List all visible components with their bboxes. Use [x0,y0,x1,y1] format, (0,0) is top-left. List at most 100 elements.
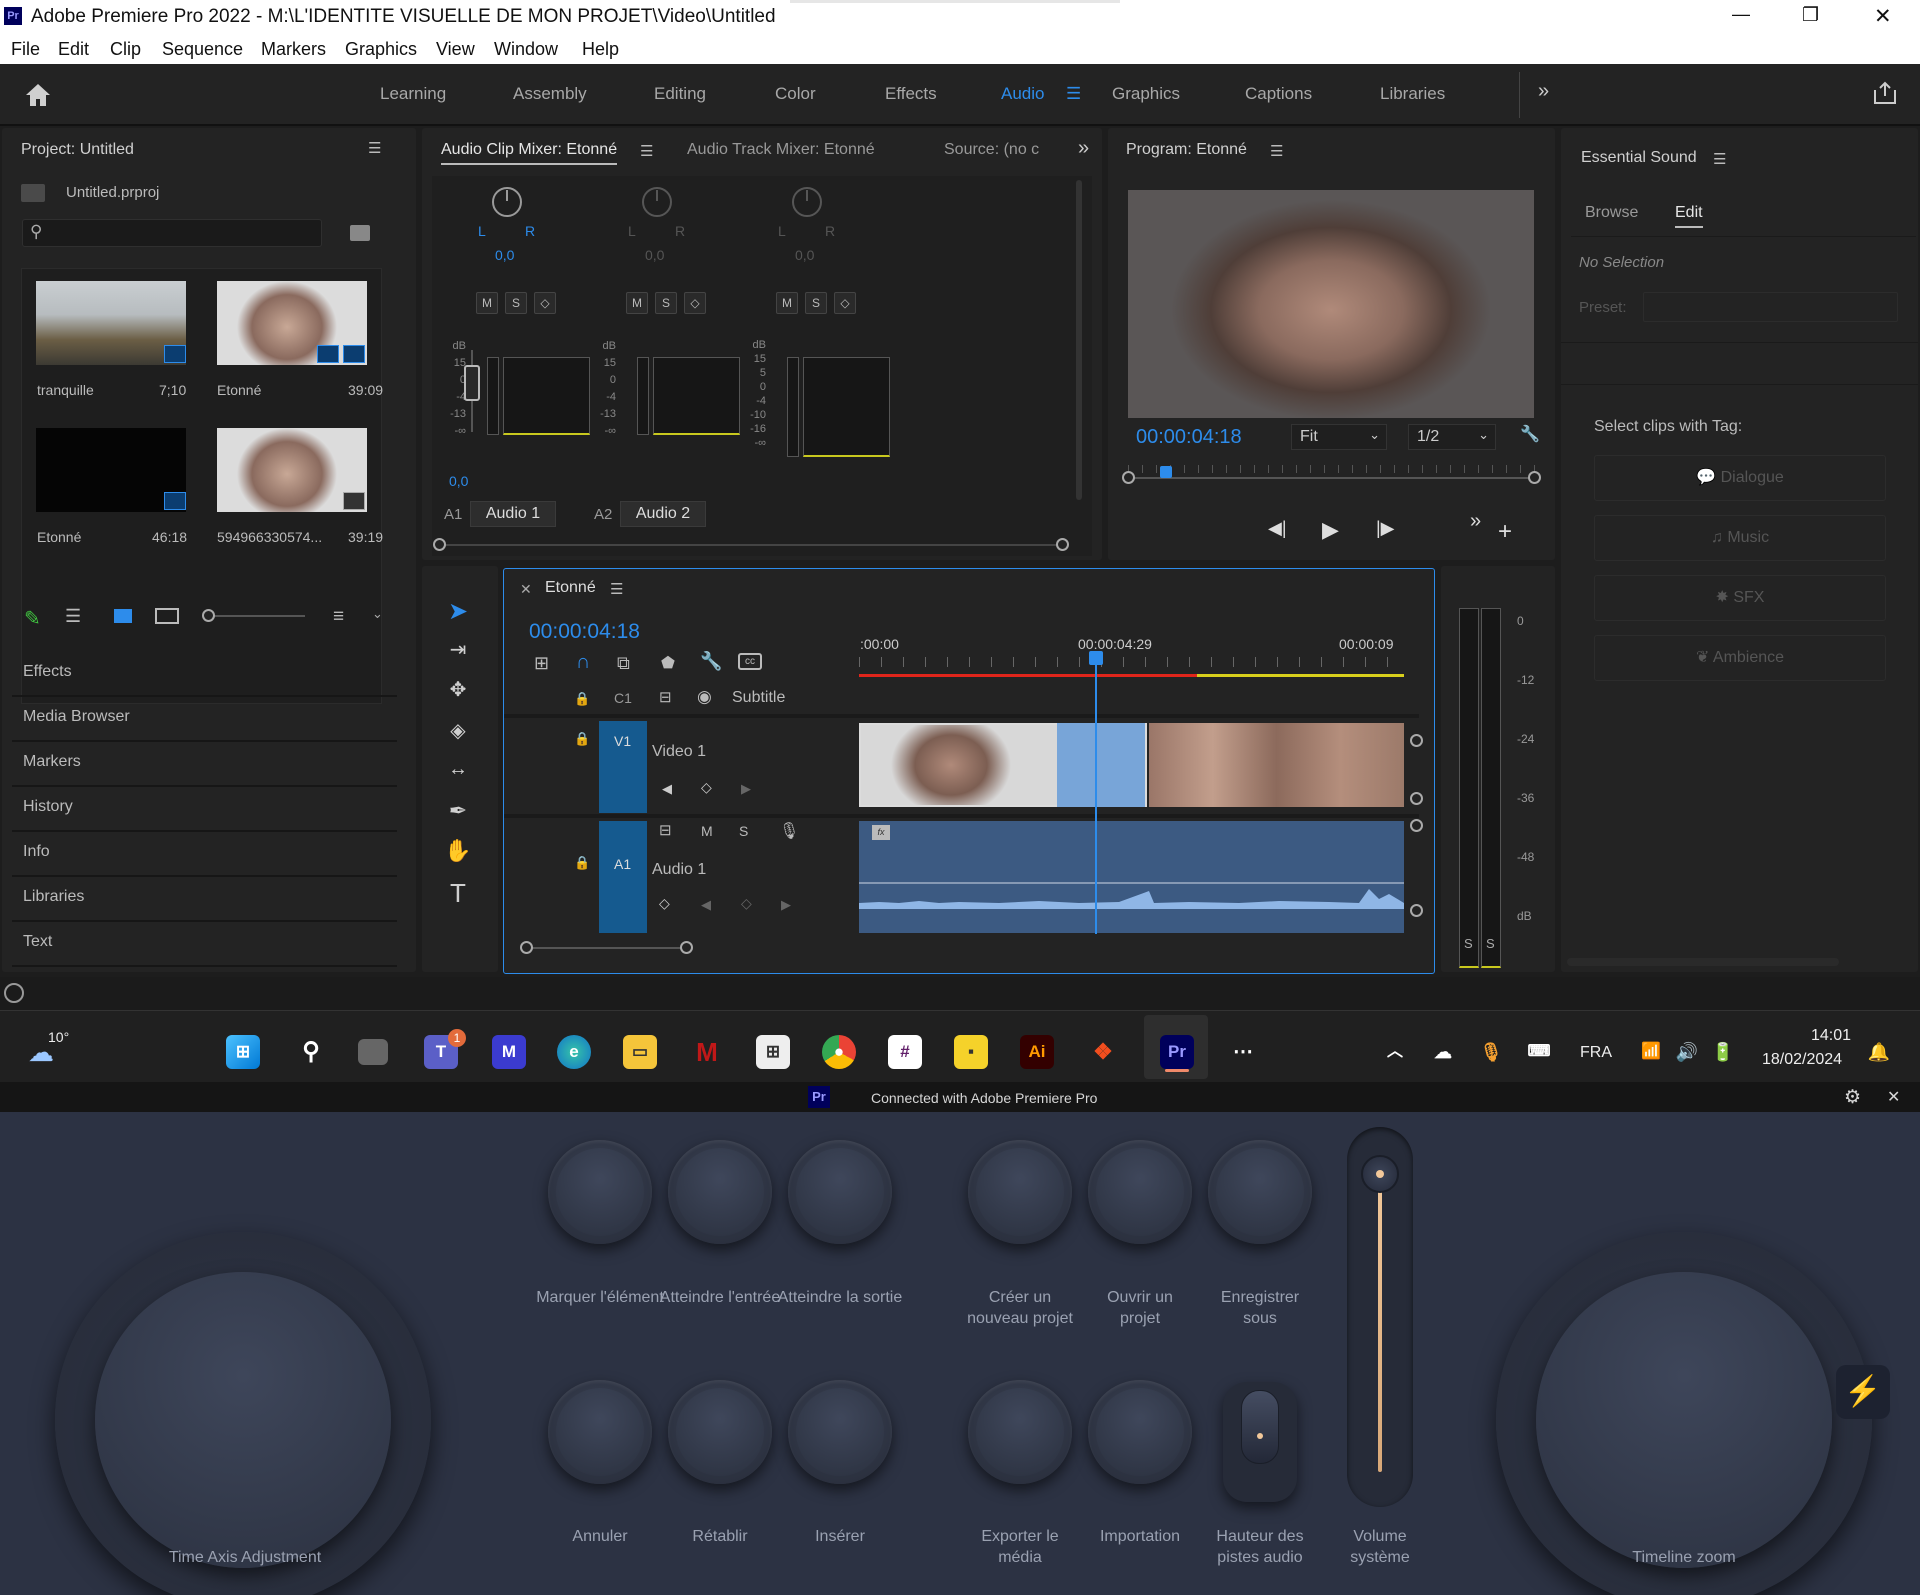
workspace-assembly[interactable]: Assembly [513,84,587,104]
tab-audio-track-mixer[interactable]: Audio Track Mixer: Etonné [687,141,875,159]
scroll-handle[interactable] [680,941,693,954]
solo-right-button[interactable]: S [1486,936,1495,951]
scroll-handle[interactable] [1122,471,1135,484]
import-button[interactable] [1088,1380,1192,1484]
menu-help[interactable]: Help [582,39,619,60]
wifi-icon[interactable]: 📶 [1634,1035,1668,1069]
task-view-icon[interactable] [358,1039,388,1065]
track-height-handle[interactable] [1410,904,1423,917]
menu-file[interactable]: File [11,39,40,60]
video-clip[interactable] [1149,723,1404,807]
program-timecode[interactable]: 00:00:04:18 [1136,426,1242,449]
lock-icon[interactable]: 🔒 [574,855,590,871]
step-forward-icon[interactable]: |▶ [1376,518,1395,539]
sort-icon[interactable]: ≡ [333,606,344,628]
premiere-icon[interactable]: Pr [1160,1035,1194,1069]
workspace-editing[interactable]: Editing [654,84,706,104]
eye-icon[interactable]: ◉ [697,687,712,707]
time-ruler[interactable] [859,657,1404,667]
pen-tool-icon[interactable]: ✒ [443,798,473,828]
icon-view-icon[interactable] [114,609,132,623]
captions-icon[interactable]: cc [738,653,762,670]
menu-sequence[interactable]: Sequence [162,39,243,60]
pan-knob[interactable] [492,187,522,217]
next-keyframe-icon[interactable]: ▶ [741,781,751,797]
open-project-button[interactable] [1088,1140,1192,1244]
tab-browse[interactable]: Browse [1585,204,1638,222]
edge-icon[interactable]: e [557,1035,591,1069]
panel-history[interactable]: History [12,788,397,832]
track-select-tool-icon[interactable]: ⇥ [443,637,473,667]
more-workspaces-icon[interactable]: » [1538,80,1549,103]
play-icon[interactable]: ▶ [1322,517,1339,543]
scroll-handle[interactable] [1528,471,1541,484]
menu-edit[interactable]: Edit [58,39,89,60]
freeform-view-icon[interactable] [155,608,179,624]
time-axis-dial[interactable] [55,1232,431,1595]
add-keyframe-icon[interactable]: ◇ [741,895,752,912]
pencil-icon[interactable]: ✎ [24,606,41,631]
share-icon[interactable] [1872,80,1898,106]
track-name-audio-2[interactable]: Audio 2 [620,501,706,527]
clock-time[interactable]: 14:01 [1811,1027,1851,1045]
list-view-icon[interactable]: ☰ [65,606,81,627]
menu-graphics[interactable]: Graphics [345,39,417,60]
tab-audio-clip-mixer[interactable]: Audio Clip Mixer: Etonné [441,141,618,165]
add-marker-icon[interactable]: ⬟ [661,653,675,673]
battery-icon[interactable]: 🔋 [1706,1035,1740,1069]
solo-button[interactable]: S [505,292,527,314]
hand-tool-icon[interactable]: ✋ [443,838,473,868]
workspace-graphics[interactable]: Graphics [1112,84,1180,104]
store-icon[interactable]: ⊞ [756,1035,790,1069]
track-height-handle[interactable] [1410,792,1423,805]
tag-music-button[interactable]: ♫ Music [1594,515,1886,561]
wrench-icon[interactable]: 🔧 [700,651,722,672]
mixer-scrollbar[interactable] [1076,180,1082,500]
zoom-slider[interactable] [205,615,305,617]
toggle-knob[interactable] [1241,1390,1279,1464]
search-icon[interactable]: ⚲ [294,1035,328,1069]
panel-info[interactable]: Info [12,833,397,877]
timeline-zoom-dial[interactable] [1496,1232,1872,1595]
wrench-icon[interactable]: 🔧 [1520,424,1540,444]
tag-sfx-button[interactable]: ✸ SFX [1594,575,1886,621]
fader-value[interactable]: 0,0 [449,473,468,489]
tag-dialogue-button[interactable]: 💬 Dialogue [1594,455,1886,501]
solo-left-button[interactable]: S [1464,936,1473,951]
lock-icon[interactable]: 🔒 [574,731,590,747]
app-icon[interactable]: M [492,1035,526,1069]
sticky-notes-icon[interactable]: ▪ [954,1035,988,1069]
mcafee-icon[interactable]: M [690,1035,724,1069]
snap-magnet-icon[interactable]: ∩ [576,651,590,674]
panel-markers[interactable]: Markers [12,743,397,787]
volume-fader-handle[interactable] [464,365,480,401]
more-controls-icon[interactable]: » [1470,510,1481,533]
plugin-logo-icon[interactable]: ⚡ [1836,1365,1890,1419]
mute-button[interactable]: M [626,292,648,314]
clock-date[interactable]: 18/02/2024 [1762,1051,1842,1069]
solo-track-button[interactable]: S [739,823,748,839]
menu-clip[interactable]: Clip [110,39,141,60]
timeline-timecode[interactable]: 00:00:04:18 [529,620,640,644]
workspace-color[interactable]: Color [775,84,816,104]
menu-window[interactable]: Window [494,39,558,60]
program-scrubber[interactable] [1128,477,1538,479]
keyframe-button[interactable]: ◇ [834,292,856,314]
close-tab-icon[interactable]: ✕ [520,581,532,598]
sequence-tab[interactable]: Etonné [545,579,596,597]
timeline-hscroll[interactable] [526,947,686,949]
panel-menu-icon[interactable]: ☰ [1270,142,1283,160]
essential-scrollbar[interactable] [1567,958,1839,966]
video-clip-selected[interactable] [1057,723,1145,807]
panel-libraries[interactable]: Libraries [12,878,397,922]
maximize-button[interactable]: ❐ [1802,4,1819,27]
next-keyframe-icon[interactable]: ▶ [781,897,791,913]
workspace-learning[interactable]: Learning [380,84,446,104]
menu-view[interactable]: View [436,39,475,60]
mark-clip-button[interactable] [548,1140,652,1244]
go-to-in-button[interactable] [668,1140,772,1244]
more-tabs-icon[interactable]: » [1078,137,1089,160]
language-indicator[interactable]: FRA [1580,1044,1612,1062]
scroll-handle[interactable] [520,941,533,954]
tab-source[interactable]: Source: (no c [944,141,1039,159]
